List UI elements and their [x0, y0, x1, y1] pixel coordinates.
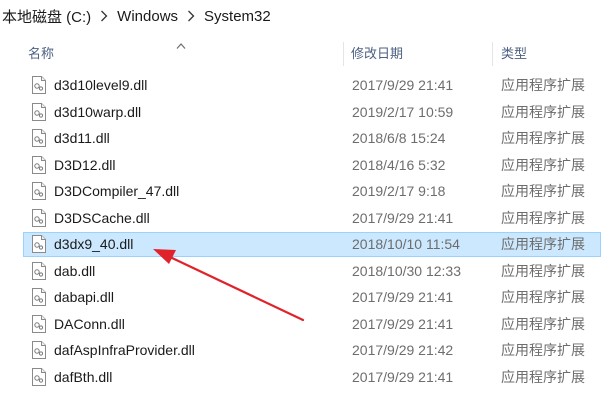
dll-file-icon: [31, 155, 47, 174]
column-divider[interactable]: [492, 42, 493, 66]
file-row[interactable]: dafBth.dll 2017/9/29 21:41 应用程序扩展: [0, 364, 601, 391]
dll-file-icon: [31, 129, 47, 147]
file-type: 应用程序扩展: [501, 103, 585, 120]
chevron-right-icon[interactable]: [93, 0, 115, 32]
file-date: 2017/9/29 21:41: [352, 209, 454, 226]
column-header-name[interactable]: 名称: [28, 40, 343, 68]
file-date: 2017/9/29 21:41: [352, 289, 454, 305]
dll-file-icon: [31, 208, 47, 227]
dll-file-icon: [31, 367, 47, 386]
file-row[interactable]: d3dx9_40.dll 2018/10/10 11:54 应用程序扩展: [0, 231, 601, 258]
file-date: 2017/9/29 21:41: [352, 368, 454, 385]
explorer-window: 本地磁盘 (C:) Windows System32 名称 修改日期 类型 d3…: [0, 0, 601, 398]
file-name: d3dx9_40.dll: [54, 236, 134, 252]
column-divider[interactable]: [343, 42, 344, 66]
file-type: 应用程序扩展: [501, 236, 585, 252]
file-type: 应用程序扩展: [501, 315, 585, 332]
file-type: 应用程序扩展: [501, 209, 585, 226]
file-row[interactable]: D3D12.dll 2018/4/16 5:32 应用程序扩展: [0, 152, 601, 179]
file-date: 2019/2/17 9:18: [352, 183, 446, 199]
file-row[interactable]: dabapi.dll 2017/9/29 21:41 应用程序扩展: [0, 284, 601, 311]
dll-file-icon: [31, 182, 47, 200]
file-row[interactable]: d3d10level9.dll 2017/9/29 21:41 应用程序扩展: [0, 72, 601, 99]
file-name: DAConn.dll: [54, 315, 125, 332]
file-row[interactable]: dafAspInfraProvider.dll 2017/9/29 21:42 …: [0, 337, 601, 364]
file-name: d3d11.dll: [54, 130, 110, 146]
dll-file-icon: [31, 314, 47, 333]
file-row[interactable]: d3d10warp.dll 2019/2/17 10:59 应用程序扩展: [0, 99, 601, 126]
file-type: 应用程序扩展: [501, 156, 585, 173]
file-date: 2017/9/29 21:41: [352, 77, 454, 93]
file-name: dafBth.dll: [54, 368, 113, 385]
file-date: 2017/9/29 21:42: [352, 342, 454, 358]
file-name: D3DSCache.dll: [54, 209, 150, 226]
file-name: dafAspInfraProvider.dll: [54, 342, 195, 358]
file-type: 应用程序扩展: [501, 262, 585, 279]
file-list: d3d10level9.dll 2017/9/29 21:41 应用程序扩展 d…: [0, 72, 601, 390]
file-row[interactable]: D3DCompiler_47.dll 2019/2/17 9:18 应用程序扩展: [0, 178, 601, 205]
file-date: 2019/2/17 10:59: [352, 103, 454, 120]
dll-file-icon: [31, 261, 47, 280]
file-row[interactable]: d3d11.dll 2018/6/8 15:24 应用程序扩展: [0, 125, 601, 152]
file-type: 应用程序扩展: [501, 77, 585, 93]
file-type: 应用程序扩展: [501, 289, 585, 305]
breadcrumb-item-windows[interactable]: Windows: [115, 8, 180, 25]
dll-file-icon: [31, 102, 47, 121]
file-type: 应用程序扩展: [501, 342, 585, 358]
breadcrumb: 本地磁盘 (C:) Windows System32: [0, 0, 601, 32]
file-date: 2018/10/30 12:33: [352, 262, 461, 279]
column-header-row: 名称 修改日期 类型: [0, 40, 601, 68]
file-date: 2018/6/8 15:24: [352, 130, 446, 146]
file-name: dab.dll: [54, 262, 96, 279]
breadcrumb-item-drive[interactable]: 本地磁盘 (C:): [0, 6, 93, 27]
file-row[interactable]: dab.dll 2018/10/30 12:33 应用程序扩展: [0, 258, 601, 285]
file-type: 应用程序扩展: [501, 183, 585, 199]
dll-file-icon: [31, 235, 47, 253]
file-date: 2018/4/16 5:32: [352, 156, 446, 173]
file-type: 应用程序扩展: [501, 130, 585, 146]
file-type: 应用程序扩展: [501, 368, 585, 385]
column-header-type[interactable]: 类型: [501, 40, 601, 68]
file-date: 2017/9/29 21:41: [352, 315, 454, 332]
file-date: 2018/10/10 11:54: [352, 236, 460, 252]
breadcrumb-item-system32[interactable]: System32: [202, 8, 273, 25]
file-name: dabapi.dll: [54, 289, 114, 305]
chevron-right-icon[interactable]: [180, 0, 202, 32]
column-header-date[interactable]: 修改日期: [351, 40, 492, 68]
dll-file-icon: [31, 341, 47, 359]
dll-file-icon: [31, 288, 47, 306]
file-row[interactable]: D3DSCache.dll 2017/9/29 21:41 应用程序扩展: [0, 205, 601, 232]
file-name: d3d10level9.dll: [54, 77, 148, 93]
file-name: d3d10warp.dll: [54, 103, 142, 120]
file-name: D3D12.dll: [54, 156, 116, 173]
file-name: D3DCompiler_47.dll: [54, 183, 180, 199]
file-row[interactable]: DAConn.dll 2017/9/29 21:41 应用程序扩展: [0, 311, 601, 338]
dll-file-icon: [31, 76, 47, 94]
